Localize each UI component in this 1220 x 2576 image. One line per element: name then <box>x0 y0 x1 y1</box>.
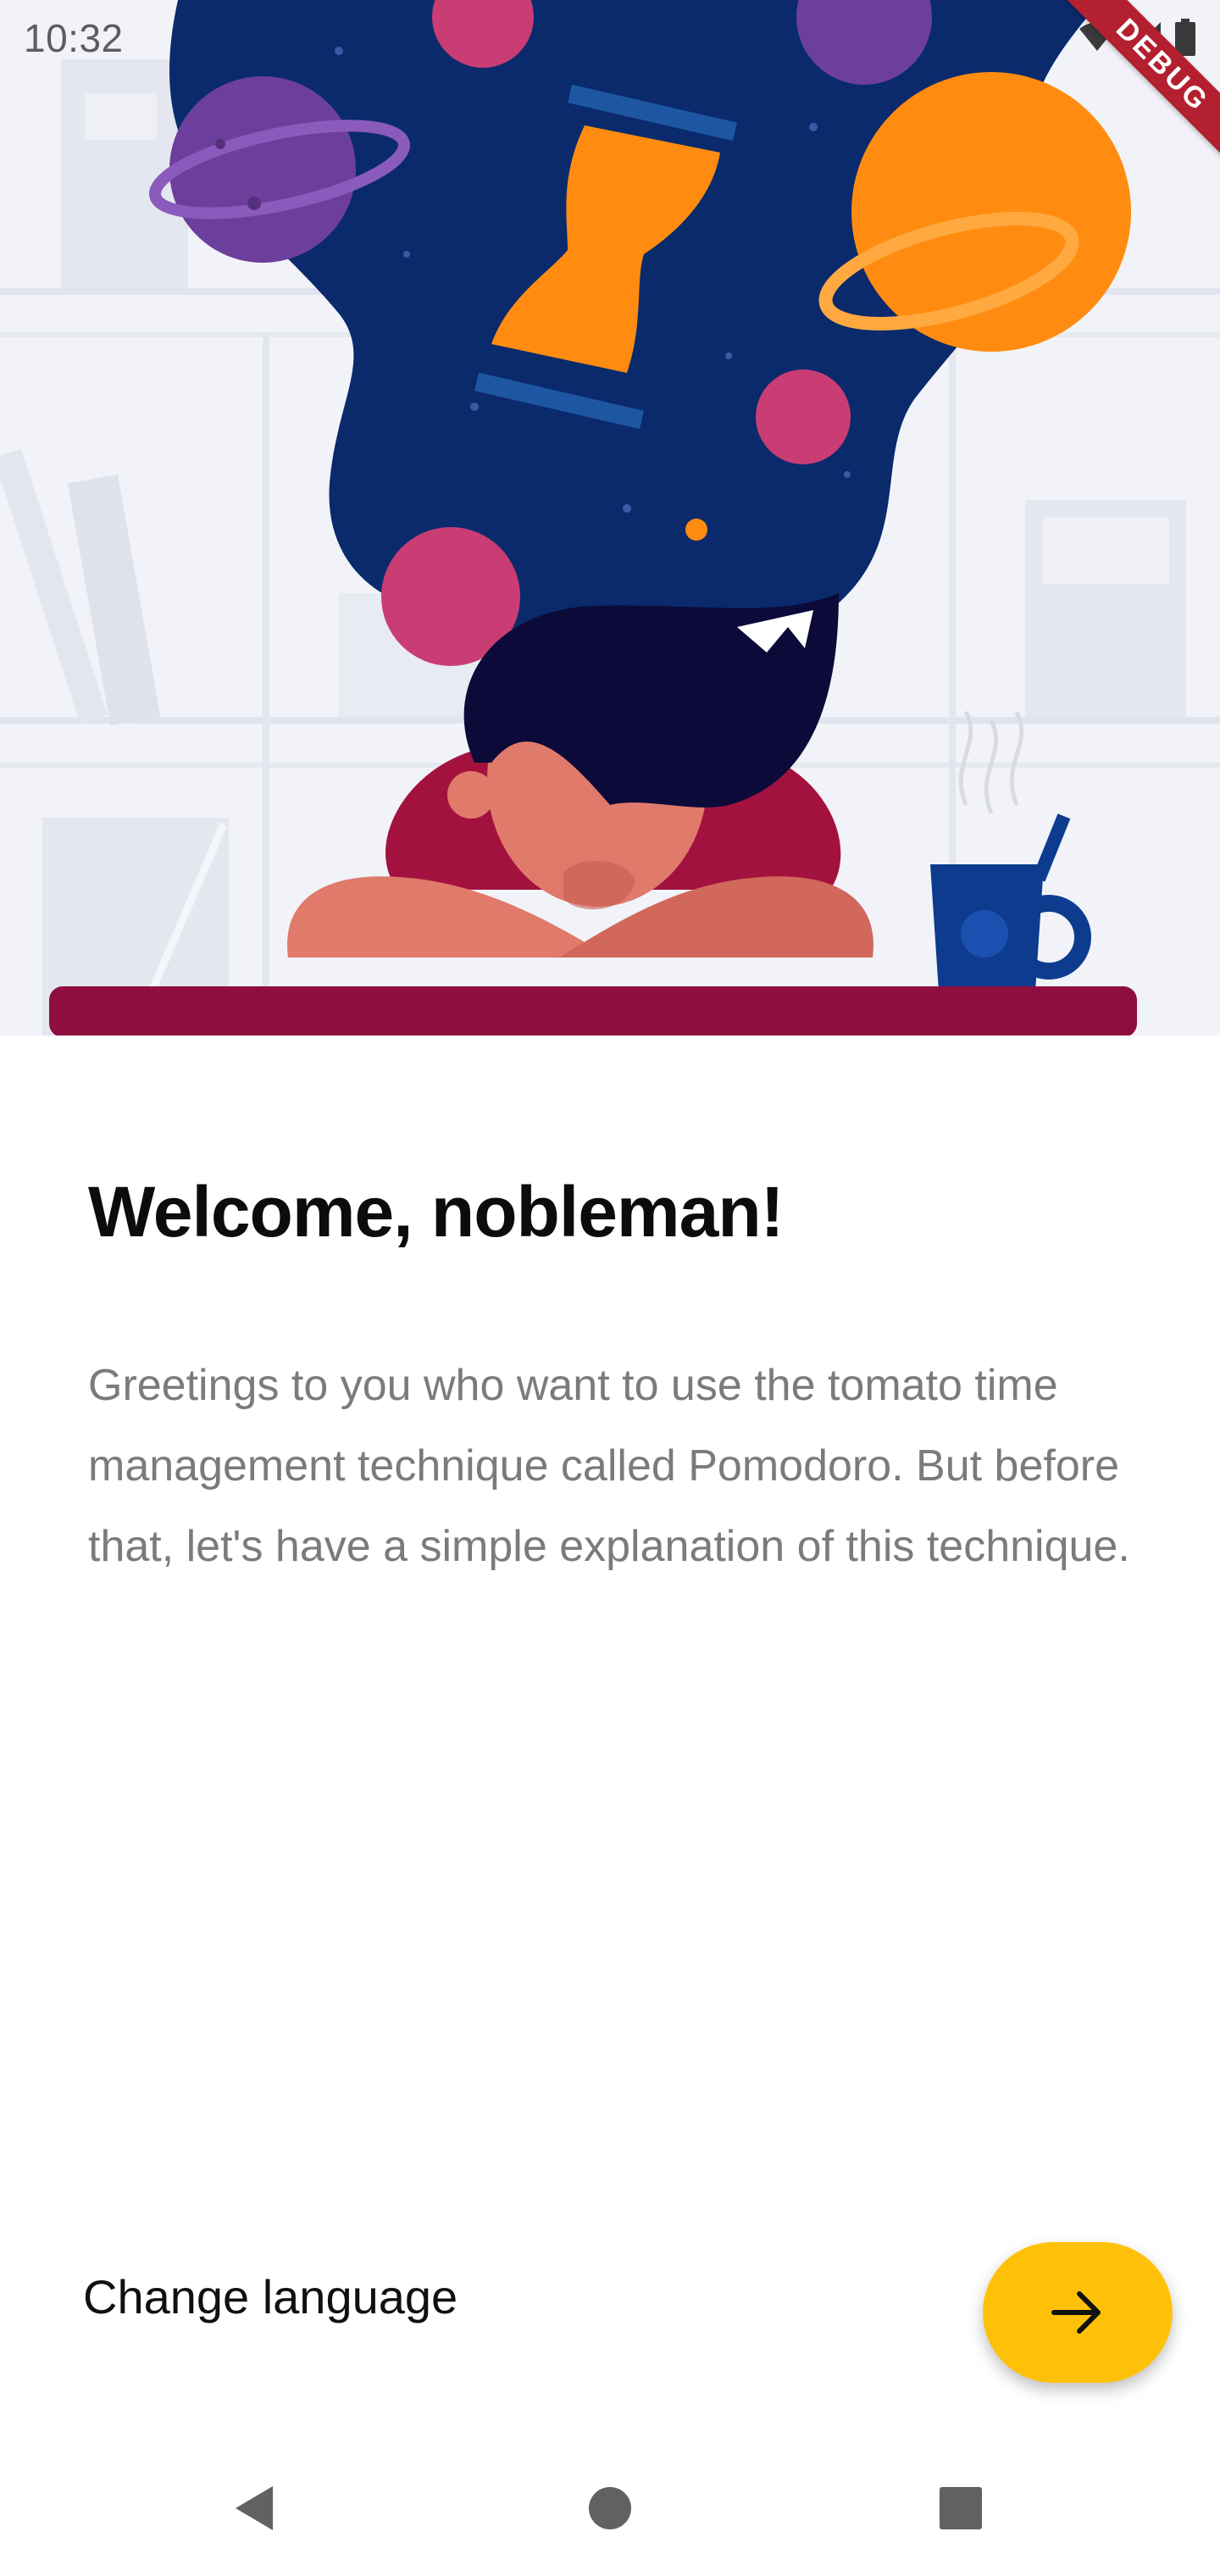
illustration-svg <box>0 0 1220 1039</box>
change-language-button[interactable]: Change language <box>83 2269 458 2324</box>
recents-button[interactable] <box>918 2466 1003 2551</box>
next-button[interactable] <box>983 2242 1173 2383</box>
welcome-description: Greetings to you who want to use the tom… <box>88 1361 1130 1571</box>
status-icons <box>1078 19 1196 56</box>
signal-icon <box>1130 22 1161 53</box>
small-orange-dot <box>685 519 707 541</box>
wifi-icon <box>1079 22 1115 51</box>
navigation-bar <box>0 2440 1220 2576</box>
pink-planet-middle <box>756 369 851 464</box>
desk <box>49 986 1137 1037</box>
arrow-right-icon <box>1051 2291 1101 2334</box>
back-icon <box>236 2486 273 2530</box>
battery-icon <box>1175 19 1195 56</box>
home-icon <box>589 2487 631 2529</box>
welcome-title: Welcome, nobleman! <box>88 1172 785 1252</box>
home-button[interactable] <box>568 2466 652 2551</box>
status-bar: 10:32 <box>0 0 1220 78</box>
hero-illustration <box>0 0 1220 1039</box>
status-time: 10:32 <box>24 16 124 60</box>
back-button[interactable] <box>212 2466 297 2551</box>
recents-icon <box>940 2487 982 2529</box>
